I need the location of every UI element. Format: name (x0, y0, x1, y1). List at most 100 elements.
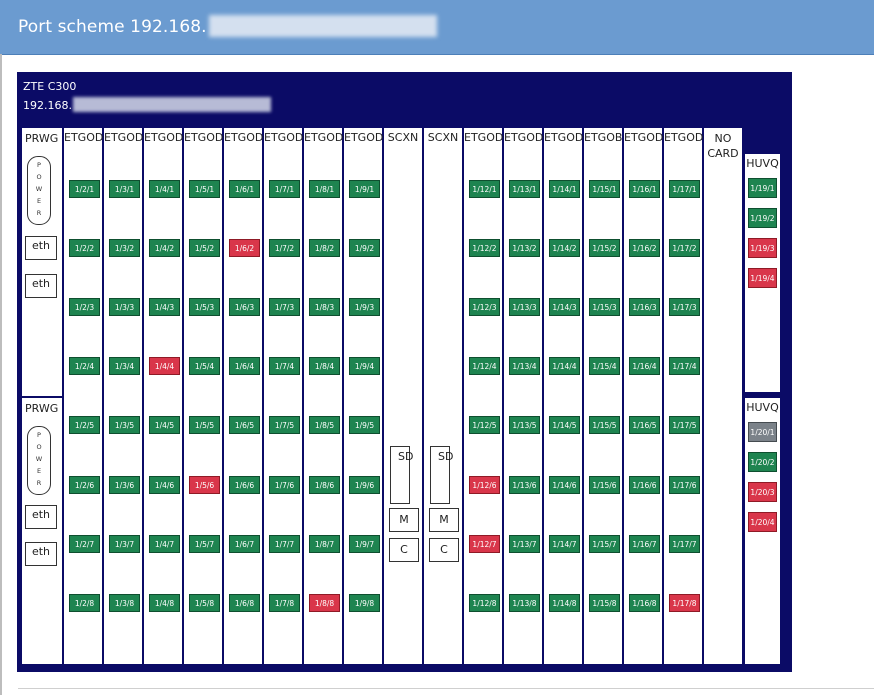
port-1-13-1[interactable]: 1/13/1 (509, 180, 540, 198)
port-1-19-1[interactable]: 1/19/1 (748, 178, 777, 198)
port-1-8-2[interactable]: 1/8/2 (309, 239, 340, 257)
port-1-7-4[interactable]: 1/7/4 (269, 357, 300, 375)
port-1-15-5[interactable]: 1/15/5 (589, 416, 620, 434)
port-1-15-1[interactable]: 1/15/1 (589, 180, 620, 198)
port-1-9-1[interactable]: 1/9/1 (349, 180, 380, 198)
port-1-6-2[interactable]: 1/6/2 (229, 239, 260, 257)
port-1-16-7[interactable]: 1/16/7 (629, 535, 660, 553)
port-1-12-7[interactable]: 1/12/7 (469, 535, 500, 553)
port-1-13-2[interactable]: 1/13/2 (509, 239, 540, 257)
port-1-12-1[interactable]: 1/12/1 (469, 180, 500, 198)
port-1-16-6[interactable]: 1/16/6 (629, 476, 660, 494)
port-1-7-3[interactable]: 1/7/3 (269, 298, 300, 316)
port-1-3-6[interactable]: 1/3/6 (109, 476, 140, 494)
port-1-15-2[interactable]: 1/15/2 (589, 239, 620, 257)
port-1-20-1[interactable]: 1/20/1 (748, 422, 777, 442)
port-1-2-2[interactable]: 1/2/2 (69, 239, 100, 257)
port-1-16-1[interactable]: 1/16/1 (629, 180, 660, 198)
port-1-13-6[interactable]: 1/13/6 (509, 476, 540, 494)
port-1-13-4[interactable]: 1/13/4 (509, 357, 540, 375)
port-1-17-1[interactable]: 1/17/1 (669, 180, 700, 198)
port-1-5-2[interactable]: 1/5/2 (189, 239, 220, 257)
port-1-2-5[interactable]: 1/2/5 (69, 416, 100, 434)
port-1-6-1[interactable]: 1/6/1 (229, 180, 260, 198)
port-1-20-4[interactable]: 1/20/4 (748, 512, 777, 532)
port-1-4-6[interactable]: 1/4/6 (149, 476, 180, 494)
port-1-17-8[interactable]: 1/17/8 (669, 594, 700, 612)
port-1-2-6[interactable]: 1/2/6 (69, 476, 100, 494)
port-1-16-2[interactable]: 1/16/2 (629, 239, 660, 257)
port-1-12-4[interactable]: 1/12/4 (469, 357, 500, 375)
port-1-8-3[interactable]: 1/8/3 (309, 298, 340, 316)
port-1-17-4[interactable]: 1/17/4 (669, 357, 700, 375)
port-1-7-6[interactable]: 1/7/6 (269, 476, 300, 494)
port-1-7-7[interactable]: 1/7/7 (269, 535, 300, 553)
port-1-15-7[interactable]: 1/15/7 (589, 535, 620, 553)
port-1-4-8[interactable]: 1/4/8 (149, 594, 180, 612)
port-1-5-8[interactable]: 1/5/8 (189, 594, 220, 612)
port-1-19-2[interactable]: 1/19/2 (748, 208, 777, 228)
port-1-3-5[interactable]: 1/3/5 (109, 416, 140, 434)
port-1-8-5[interactable]: 1/8/5 (309, 416, 340, 434)
port-1-6-7[interactable]: 1/6/7 (229, 535, 260, 553)
port-1-19-3[interactable]: 1/19/3 (748, 238, 777, 258)
port-1-3-8[interactable]: 1/3/8 (109, 594, 140, 612)
port-1-2-7[interactable]: 1/2/7 (69, 535, 100, 553)
port-1-9-2[interactable]: 1/9/2 (349, 239, 380, 257)
port-1-16-8[interactable]: 1/16/8 (629, 594, 660, 612)
port-1-20-2[interactable]: 1/20/2 (748, 452, 777, 472)
port-1-8-4[interactable]: 1/8/4 (309, 357, 340, 375)
port-1-13-3[interactable]: 1/13/3 (509, 298, 540, 316)
port-1-7-8[interactable]: 1/7/8 (269, 594, 300, 612)
port-1-7-1[interactable]: 1/7/1 (269, 180, 300, 198)
port-1-6-6[interactable]: 1/6/6 (229, 476, 260, 494)
port-1-19-4[interactable]: 1/19/4 (748, 268, 777, 288)
port-1-16-5[interactable]: 1/16/5 (629, 416, 660, 434)
port-1-4-3[interactable]: 1/4/3 (149, 298, 180, 316)
port-1-5-7[interactable]: 1/5/7 (189, 535, 220, 553)
port-1-2-1[interactable]: 1/2/1 (69, 180, 100, 198)
port-1-17-7[interactable]: 1/17/7 (669, 535, 700, 553)
eth-port[interactable]: eth (25, 274, 57, 298)
port-1-3-4[interactable]: 1/3/4 (109, 357, 140, 375)
port-1-7-2[interactable]: 1/7/2 (269, 239, 300, 257)
port-1-8-8[interactable]: 1/8/8 (309, 594, 340, 612)
port-1-14-5[interactable]: 1/14/5 (549, 416, 580, 434)
port-1-15-3[interactable]: 1/15/3 (589, 298, 620, 316)
port-1-6-3[interactable]: 1/6/3 (229, 298, 260, 316)
port-1-8-1[interactable]: 1/8/1 (309, 180, 340, 198)
port-1-9-5[interactable]: 1/9/5 (349, 416, 380, 434)
port-1-9-4[interactable]: 1/9/4 (349, 357, 380, 375)
port-1-14-3[interactable]: 1/14/3 (549, 298, 580, 316)
eth-port[interactable]: eth (25, 505, 57, 529)
port-1-16-4[interactable]: 1/16/4 (629, 357, 660, 375)
port-1-14-8[interactable]: 1/14/8 (549, 594, 580, 612)
port-1-5-5[interactable]: 1/5/5 (189, 416, 220, 434)
port-1-14-1[interactable]: 1/14/1 (549, 180, 580, 198)
port-1-9-3[interactable]: 1/9/3 (349, 298, 380, 316)
port-1-3-7[interactable]: 1/3/7 (109, 535, 140, 553)
port-1-17-3[interactable]: 1/17/3 (669, 298, 700, 316)
port-1-5-6[interactable]: 1/5/6 (189, 476, 220, 494)
port-1-6-4[interactable]: 1/6/4 (229, 357, 260, 375)
port-1-15-8[interactable]: 1/15/8 (589, 594, 620, 612)
port-1-14-2[interactable]: 1/14/2 (549, 239, 580, 257)
port-1-13-7[interactable]: 1/13/7 (509, 535, 540, 553)
eth-port[interactable]: eth (25, 542, 57, 566)
eth-port[interactable]: eth (25, 236, 57, 260)
port-1-12-2[interactable]: 1/12/2 (469, 239, 500, 257)
port-1-9-7[interactable]: 1/9/7 (349, 535, 380, 553)
port-1-4-7[interactable]: 1/4/7 (149, 535, 180, 553)
port-1-13-5[interactable]: 1/13/5 (509, 416, 540, 434)
port-1-8-7[interactable]: 1/8/7 (309, 535, 340, 553)
port-1-5-1[interactable]: 1/5/1 (189, 180, 220, 198)
port-1-4-1[interactable]: 1/4/1 (149, 180, 180, 198)
port-1-4-5[interactable]: 1/4/5 (149, 416, 180, 434)
port-1-12-8[interactable]: 1/12/8 (469, 594, 500, 612)
port-1-17-5[interactable]: 1/17/5 (669, 416, 700, 434)
port-1-12-5[interactable]: 1/12/5 (469, 416, 500, 434)
port-1-13-8[interactable]: 1/13/8 (509, 594, 540, 612)
port-1-5-3[interactable]: 1/5/3 (189, 298, 220, 316)
port-1-6-5[interactable]: 1/6/5 (229, 416, 260, 434)
port-1-14-6[interactable]: 1/14/6 (549, 476, 580, 494)
